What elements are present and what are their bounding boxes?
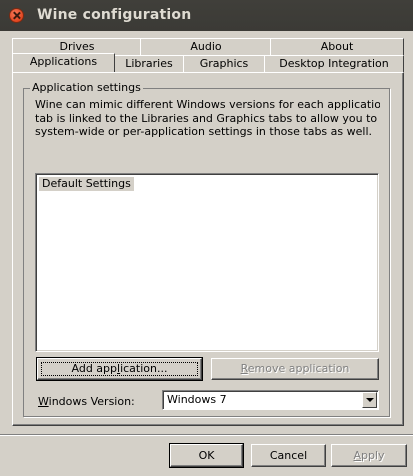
cancel-button[interactable]: Cancel [251,444,326,467]
selected-version: Windows 7 [167,393,227,406]
close-icon[interactable] [9,8,24,23]
tab-audio[interactable]: Audio [140,38,272,55]
tab-libraries[interactable]: Libraries [114,55,184,72]
remove-application-button[interactable]: Remove application [211,358,379,380]
window-title: Wine configuration [37,7,192,23]
tab-about[interactable]: About [270,38,404,55]
group-title: Application settings [30,81,143,95]
apply-button[interactable]: Apply [331,444,407,467]
title-bar[interactable]: Wine configuration [0,0,413,31]
windows-version-select[interactable]: Windows 7 [162,390,379,410]
list-item[interactable]: Default Settings [39,177,134,191]
wine-config-window: Wine configuration Drives Audio About Ap… [0,0,413,476]
tab-graphics[interactable]: Graphics [183,55,265,72]
tab-desktop-integration[interactable]: Desktop Integration [264,55,404,72]
tab-applications[interactable]: Applications [12,53,115,72]
divider [0,434,413,435]
windows-version-label: Windows Version: [38,395,135,408]
description-text: Wine can mimic different Windows version… [35,98,380,138]
ok-button[interactable]: OK [169,443,244,468]
application-list[interactable]: Default Settings [35,173,379,352]
chevron-down-icon[interactable] [362,392,377,408]
add-application-button[interactable]: Add application... [36,357,203,381]
